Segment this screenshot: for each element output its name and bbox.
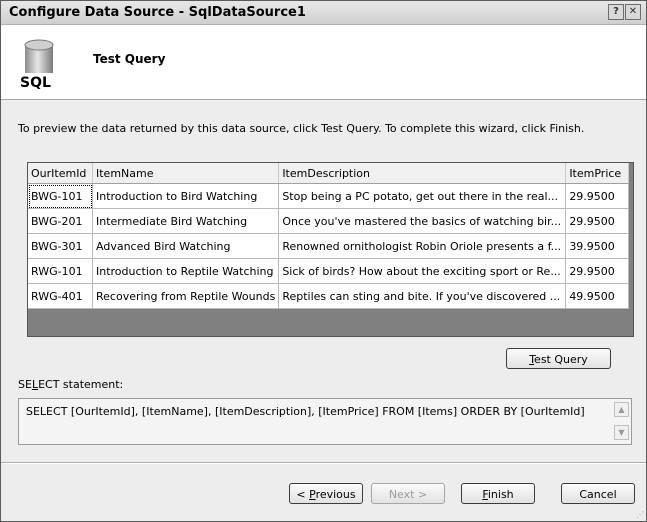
cell-itemname[interactable]: Advanced Bird Watching <box>92 233 280 259</box>
header-row: OurItemId ItemName ItemDescription ItemP… <box>28 163 630 184</box>
resize-grip-icon[interactable]: ⋰ <box>636 510 644 519</box>
wizard-header: SQL Test Query <box>1 25 646 100</box>
cell-ouritemid[interactable]: BWG-101 <box>28 183 93 209</box>
cell-itemname[interactable]: Recovering from Reptile Wounds <box>92 283 280 309</box>
next-button[interactable]: Next > <box>371 483 445 504</box>
help-icon[interactable]: ? <box>608 4 624 20</box>
column-header-itemprice[interactable]: ItemPrice <box>565 163 630 184</box>
cell-ouritemid[interactable]: BWG-301 <box>28 233 93 259</box>
cancel-button[interactable]: Cancel <box>561 483 635 504</box>
previous-prefix: < <box>296 488 310 501</box>
test-query-label: est Query <box>534 353 588 366</box>
cell-ouritemid[interactable]: BWG-201 <box>28 208 93 234</box>
cell-itemdescription[interactable]: Stop being a PC potato, get out there in… <box>278 183 567 209</box>
cell-ouritemid[interactable]: RWG-401 <box>28 283 93 309</box>
table-row[interactable]: RWG-101 Introduction to Reptile Watching… <box>28 258 630 284</box>
footer-divider <box>1 462 646 464</box>
test-query-button[interactable]: Test Query <box>506 348 611 369</box>
select-label-pre: SE <box>18 378 32 391</box>
cell-itemprice[interactable]: 29.9500 <box>565 183 630 209</box>
cell-itemdescription[interactable]: Renowned ornithologist Robin Oriole pres… <box>278 233 567 259</box>
results-table: OurItemId ItemName ItemDescription ItemP… <box>28 163 630 309</box>
close-icon[interactable]: ✕ <box>625 4 641 20</box>
previous-label: revious <box>315 488 356 501</box>
results-grid[interactable]: OurItemId ItemName ItemDescription ItemP… <box>27 162 634 337</box>
table-row[interactable]: RWG-401 Recovering from Reptile Wounds R… <box>28 283 630 309</box>
cell-itemprice[interactable]: 29.9500 <box>565 258 630 284</box>
window-title: Configure Data Source - SqlDataSource1 <box>9 5 306 20</box>
column-header-itemname[interactable]: ItemName <box>92 163 280 184</box>
sql-statement-text: SELECT [OurItemId], [ItemName], [ItemDes… <box>26 405 585 418</box>
table-row[interactable]: BWG-201 Intermediate Bird Watching Once … <box>28 208 630 234</box>
title-bar: Configure Data Source - SqlDataSource1 ?… <box>1 1 646 25</box>
table-row[interactable]: BWG-301 Advanced Bird Watching Renowned … <box>28 233 630 259</box>
table-row[interactable]: BWG-101 Introduction to Bird Watching St… <box>28 183 630 209</box>
scroll-up-icon[interactable]: ▲ <box>614 402 629 417</box>
instruction-text: To preview the data returned by this dat… <box>18 122 585 135</box>
page-title: Test Query <box>93 52 166 66</box>
cell-itemprice[interactable]: 39.9500 <box>565 233 630 259</box>
finish-label: inish <box>487 488 514 501</box>
previous-button[interactable]: < Previous <box>289 483 363 504</box>
cell-itemprice[interactable]: 29.9500 <box>565 208 630 234</box>
cell-itemdescription[interactable]: Sick of birds? How about the exciting sp… <box>278 258 567 284</box>
select-label-post: ECT statement: <box>38 378 124 391</box>
sql-icon-label: SQL <box>20 75 51 91</box>
column-header-ouritemid[interactable]: OurItemId <box>28 163 93 184</box>
cell-itemname[interactable]: Introduction to Reptile Watching <box>92 258 280 284</box>
cell-ouritemid[interactable]: RWG-101 <box>28 258 93 284</box>
configure-data-source-dialog: Configure Data Source - SqlDataSource1 ?… <box>0 0 647 522</box>
cell-itemdescription[interactable]: Once you've mastered the basics of watch… <box>278 208 567 234</box>
sql-statement-box[interactable]: SELECT [OurItemId], [ItemName], [ItemDes… <box>18 398 632 445</box>
finish-button[interactable]: Finish <box>461 483 535 504</box>
column-header-itemdescription[interactable]: ItemDescription <box>278 163 567 184</box>
select-statement-label: SELECT statement: <box>18 378 123 391</box>
scroll-down-icon[interactable]: ▼ <box>614 425 629 440</box>
cell-itemdescription[interactable]: Reptiles can sting and bite. If you've d… <box>278 283 567 309</box>
cell-itemname[interactable]: Intermediate Bird Watching <box>92 208 280 234</box>
cell-itemprice[interactable]: 49.9500 <box>565 283 630 309</box>
cell-itemname[interactable]: Introduction to Bird Watching <box>92 183 280 209</box>
